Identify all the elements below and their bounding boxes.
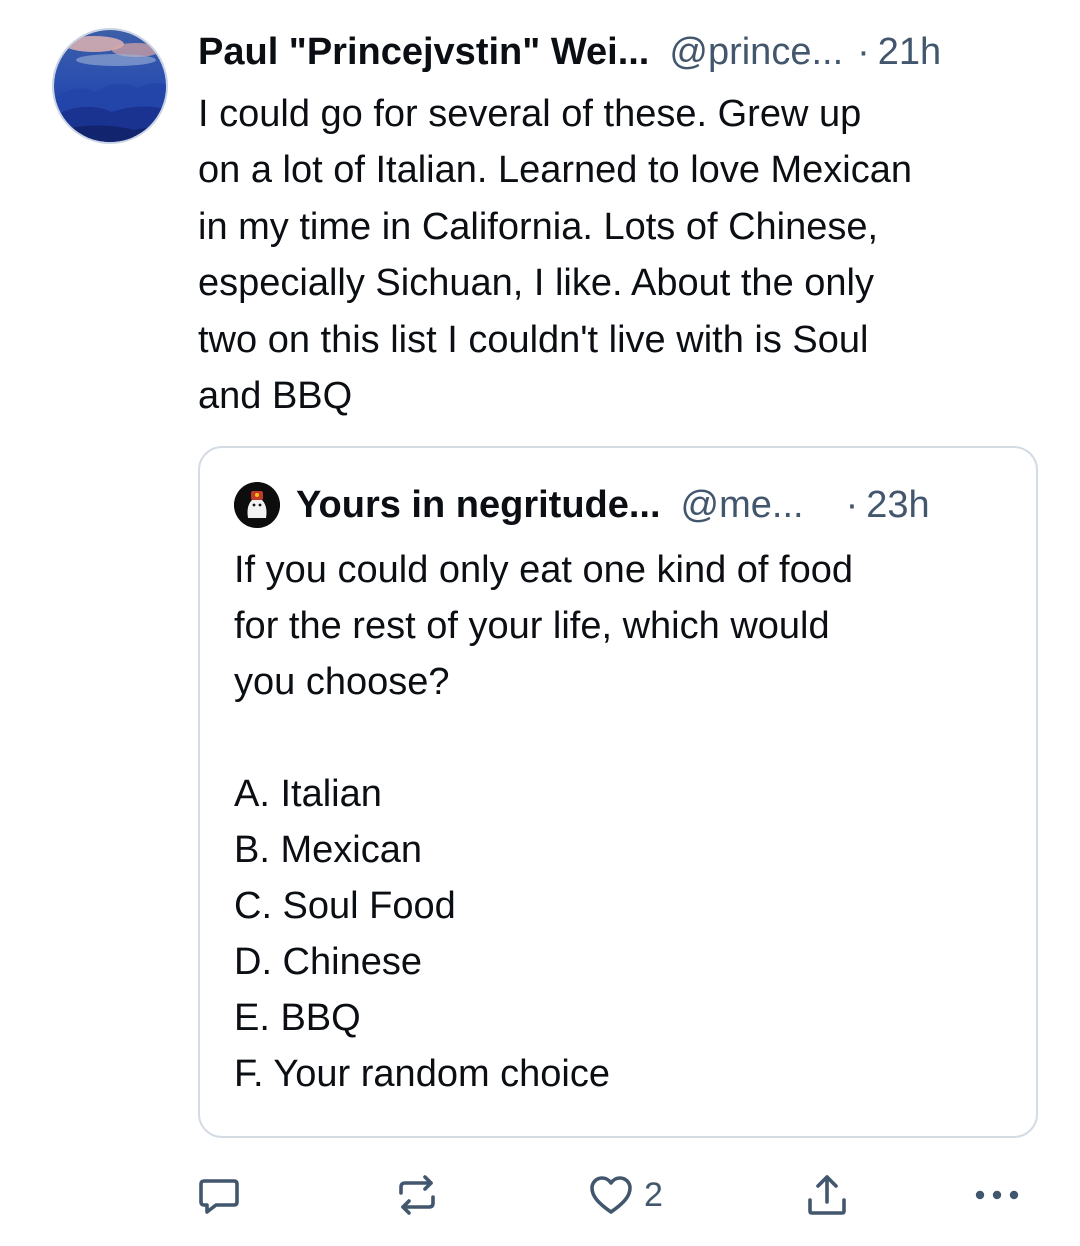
more-icon: [975, 1190, 1019, 1200]
option-item: C. Soul Food: [234, 885, 456, 927]
repost-button[interactable]: [394, 1170, 440, 1220]
author-name[interactable]: Paul "Princejvstin" Wei...: [198, 31, 649, 74]
like-count: 2: [644, 1175, 663, 1214]
post-text-line: two on this list I couldn't live with is…: [198, 318, 869, 361]
quoted-post-header: Yours in negritude... @me... · 23h: [234, 480, 1002, 530]
quoted-post-text: If you could only eat one kind of food f…: [234, 542, 1014, 1102]
quoted-post[interactable]: Yours in negritude... @me... · 23h If yo…: [198, 446, 1038, 1138]
post-text-line: on a lot of Italian. Learned to love Mex…: [198, 149, 913, 192]
post-text-line: and BBQ: [198, 375, 353, 418]
share-button[interactable]: [804, 1170, 850, 1220]
quoted-text-line: If you could only eat one kind of food: [234, 549, 853, 591]
post-time[interactable]: 21h: [878, 31, 941, 74]
post: Paul "Princejvstin" Wei... @prince... · …: [0, 0, 1080, 1246]
heart-icon: [590, 1176, 632, 1214]
post-text-line: in my time in California. Lots of Chines…: [198, 205, 879, 248]
author-avatar[interactable]: [52, 28, 168, 144]
option-item: E. BBQ: [234, 997, 361, 1039]
quoted-author-handle[interactable]: @me...: [681, 484, 804, 527]
action-bar: 2: [196, 1170, 1040, 1220]
reply-icon: [199, 1179, 239, 1214]
quoted-author-avatar[interactable]: [234, 482, 280, 528]
post-text-line: I could go for several of these. Grew up: [198, 93, 862, 135]
share-icon: [808, 1175, 846, 1215]
quoted-text-line: for the rest of your life, which would: [234, 605, 830, 647]
quoted-text-line: you choose?: [234, 661, 450, 703]
quoted-post-time[interactable]: 23h: [866, 484, 929, 527]
post-header: Paul "Princejvstin" Wei... @prince... · …: [198, 26, 1036, 78]
post-text-line: especially Sichuan, I like. About the on…: [198, 262, 874, 305]
post-text: I could go for several of these. Grew up…: [198, 86, 1048, 424]
repost-icon: [399, 1175, 435, 1215]
option-item: D. Chinese: [234, 941, 422, 983]
option-item: F. Your random choice: [234, 1053, 611, 1095]
separator-dot: ·: [845, 483, 859, 526]
separator-dot: ·: [857, 30, 870, 73]
author-handle[interactable]: @prince...: [669, 31, 843, 74]
option-item: B. Mexican: [234, 829, 422, 871]
more-button[interactable]: [972, 1170, 1022, 1220]
option-item: A. Italian: [234, 773, 382, 815]
reply-button[interactable]: [196, 1170, 242, 1220]
quoted-author-name[interactable]: Yours in negritude...: [296, 484, 661, 527]
like-button[interactable]: 2: [588, 1170, 663, 1220]
